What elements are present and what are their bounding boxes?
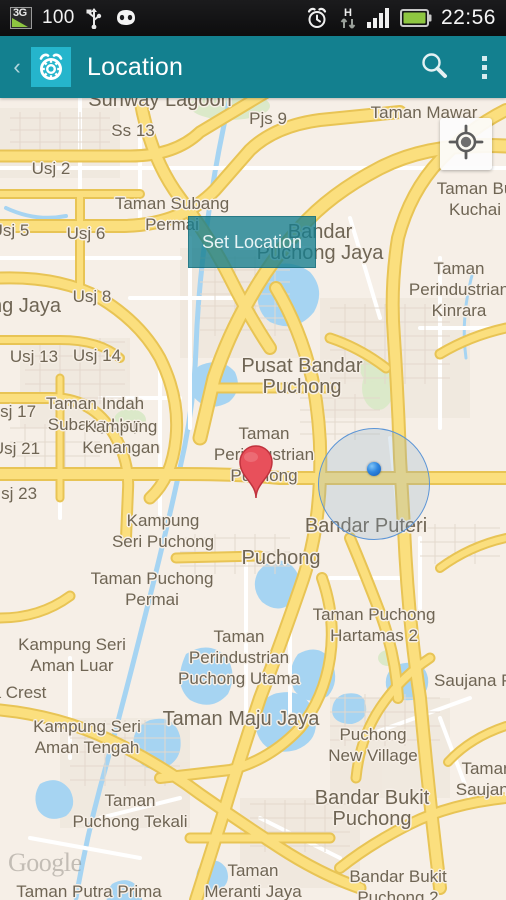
phone-screen: 3G 100 H 22:56 ‹ Location Sunway Lagoon … <box>0 0 506 900</box>
usb-icon <box>85 7 103 29</box>
overflow-dot <box>481 64 487 70</box>
alarm-gear-icon <box>31 47 71 87</box>
status-bar-left: 3G 100 <box>10 7 305 29</box>
action-bar: ‹ Location <box>0 36 506 98</box>
current-location-dot <box>367 462 381 476</box>
google-watermark: Google <box>8 848 82 877</box>
hspa-data-icon: H <box>338 6 358 30</box>
my-location-icon <box>448 124 484 165</box>
signal-3g-icon: 3G <box>10 7 32 29</box>
battery-percent-label: 100 <box>42 7 75 28</box>
status-bar: 3G 100 H 22:56 <box>0 0 506 36</box>
android-head-icon <box>113 9 139 27</box>
set-location-button[interactable]: Set Location <box>188 216 316 268</box>
selected-location-pin[interactable] <box>237 443 275 499</box>
back-button[interactable]: ‹ <box>5 56 29 78</box>
page-title: Location <box>87 52 184 81</box>
location-accuracy-circle <box>318 428 430 540</box>
overflow-dot <box>481 55 487 61</box>
svg-text:H: H <box>344 7 352 19</box>
search-button[interactable] <box>406 50 462 85</box>
alarm-clock-icon <box>305 6 329 30</box>
map-view[interactable]: Sunway Lagoon Ss 13 Pjs 9 Taman Mawar Usj 2T… <box>0 98 506 900</box>
overflow-dot <box>481 73 487 79</box>
signal-bars-icon <box>366 8 391 28</box>
search-icon <box>419 50 449 85</box>
status-bar-clock: 22:56 <box>440 6 496 29</box>
signal-3g-label: 3G <box>13 7 27 19</box>
status-bar-right: H 22:56 <box>305 6 496 30</box>
overflow-menu-button[interactable] <box>462 55 506 79</box>
my-location-button[interactable] <box>440 118 492 170</box>
battery-icon <box>399 9 432 27</box>
